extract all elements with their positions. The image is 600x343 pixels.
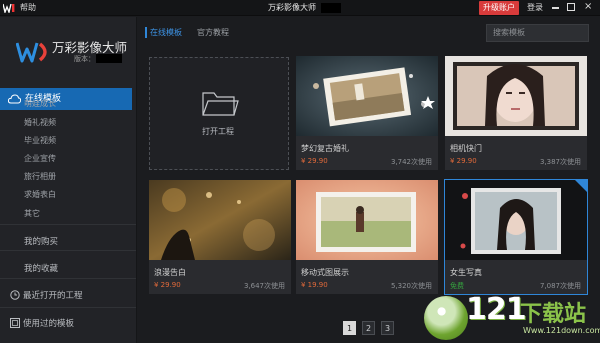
page-2-button[interactable]: 2: [362, 321, 375, 335]
folder-icon: [202, 92, 239, 116]
template-thumbnail: [149, 180, 291, 260]
sidebar-item-favorites[interactable]: 我的收藏: [24, 262, 58, 274]
watermark-url: Www.121down.com: [523, 326, 600, 335]
watermark-ball-icon: [424, 296, 468, 340]
template-title: 移动式图展示: [301, 268, 349, 277]
maximize-icon[interactable]: [567, 3, 575, 11]
redacted-box: [321, 3, 341, 13]
open-project-label: 打开工程: [202, 127, 234, 136]
template-thumbnail: [296, 180, 438, 260]
brand: 万彩影像大师 版本：: [10, 27, 135, 73]
divider: [0, 278, 136, 279]
search-input[interactable]: 搜索模板: [486, 24, 589, 42]
open-project-button[interactable]: 打开工程: [149, 57, 289, 170]
template-use-count: 3,387次使用: [539, 158, 581, 166]
clock-icon: [10, 290, 20, 300]
template-price: ¥ 29.90: [301, 157, 328, 165]
category-item[interactable]: 旅行相册: [24, 171, 56, 182]
divider: [0, 224, 136, 225]
template-card[interactable]: 相机快门 ¥ 29.90 3,387次使用: [445, 56, 587, 170]
sidebar-item-used-templates[interactable]: 使用过的模板: [23, 317, 74, 329]
redacted-box: [96, 54, 122, 63]
template-card[interactable]: 梦幻复古婚礼 ¥ 29.90 3,742次使用: [296, 56, 438, 170]
watermark-logo: 121 下载站 Www.121down.com: [420, 290, 600, 343]
active-tab-indicator: [145, 27, 147, 38]
category-item[interactable]: 其它: [24, 208, 40, 219]
template-thumbnail: [296, 56, 438, 136]
sidebar-item-purchases[interactable]: 我的购买: [24, 235, 58, 247]
template-card[interactable]: 浪漫告白 ¥ 29.90 3,647次使用: [149, 180, 291, 294]
brand-logo-icon: [16, 42, 47, 63]
category-item[interactable]: 求婚表白: [24, 189, 56, 200]
login-link[interactable]: 登录: [527, 2, 543, 13]
window-title: 万彩影像大师: [268, 3, 316, 12]
template-use-count: 3,742次使用: [390, 158, 432, 166]
category-item[interactable]: 企业宣传: [24, 153, 56, 164]
template-icon: [10, 318, 20, 328]
tab-online-templates[interactable]: 在线模板: [150, 27, 182, 38]
template-card[interactable]: 移动式图展示 ¥ 19.90 5,320次使用: [296, 180, 438, 294]
template-title: 浪漫告白: [154, 268, 186, 277]
watermark-text: 下载站: [520, 302, 587, 327]
template-price: ¥ 19.90: [301, 281, 328, 289]
title-bar: 帮助 万彩影像大师 升级账户 登录 ×: [0, 0, 600, 16]
close-icon[interactable]: ×: [584, 1, 592, 13]
template-use-count: 3,647次使用: [243, 282, 285, 290]
help-menu[interactable]: 帮助: [20, 2, 36, 13]
watermark-number: 121: [466, 292, 527, 327]
page-1-button[interactable]: 1: [343, 321, 356, 335]
template-price: ¥ 29.90: [154, 281, 181, 289]
version-label: 版本：: [74, 55, 95, 63]
template-thumbnail: [445, 56, 587, 136]
selected-corner-badge: [575, 180, 587, 192]
tab-official-tutorials[interactable]: 官方教程: [197, 27, 229, 38]
page-3-button[interactable]: 3: [381, 321, 394, 335]
sidebar-item-recent-projects[interactable]: 最近打开的工程: [23, 289, 83, 301]
category-item[interactable]: 婚礼视频: [24, 117, 56, 128]
minimize-icon[interactable]: [552, 7, 559, 9]
upgrade-account-button[interactable]: 升级账户: [479, 1, 519, 15]
category-item[interactable]: 毕业视频: [24, 135, 56, 146]
sidebar: 万彩影像大师 版本： 在线模板 萌娃成长 婚礼视频 毕业视频 企业宣传 旅行相册…: [0, 17, 137, 343]
sidebar-item-online-templates[interactable]: 在线模板: [0, 88, 132, 110]
template-price: ¥ 29.90: [450, 157, 477, 165]
template-title: 女生写真: [450, 268, 482, 277]
template-title: 相机快门: [450, 144, 482, 153]
template-card[interactable]: 女生写真 免费 7,087次使用: [444, 179, 588, 295]
divider: [0, 250, 136, 251]
app-logo-icon: [3, 3, 15, 13]
divider: [0, 307, 136, 308]
template-thumbnail: [445, 180, 587, 260]
category-item[interactable]: 萌娃成长: [24, 98, 56, 109]
cloud-icon: [8, 94, 21, 104]
template-title: 梦幻复古婚礼: [301, 144, 349, 153]
